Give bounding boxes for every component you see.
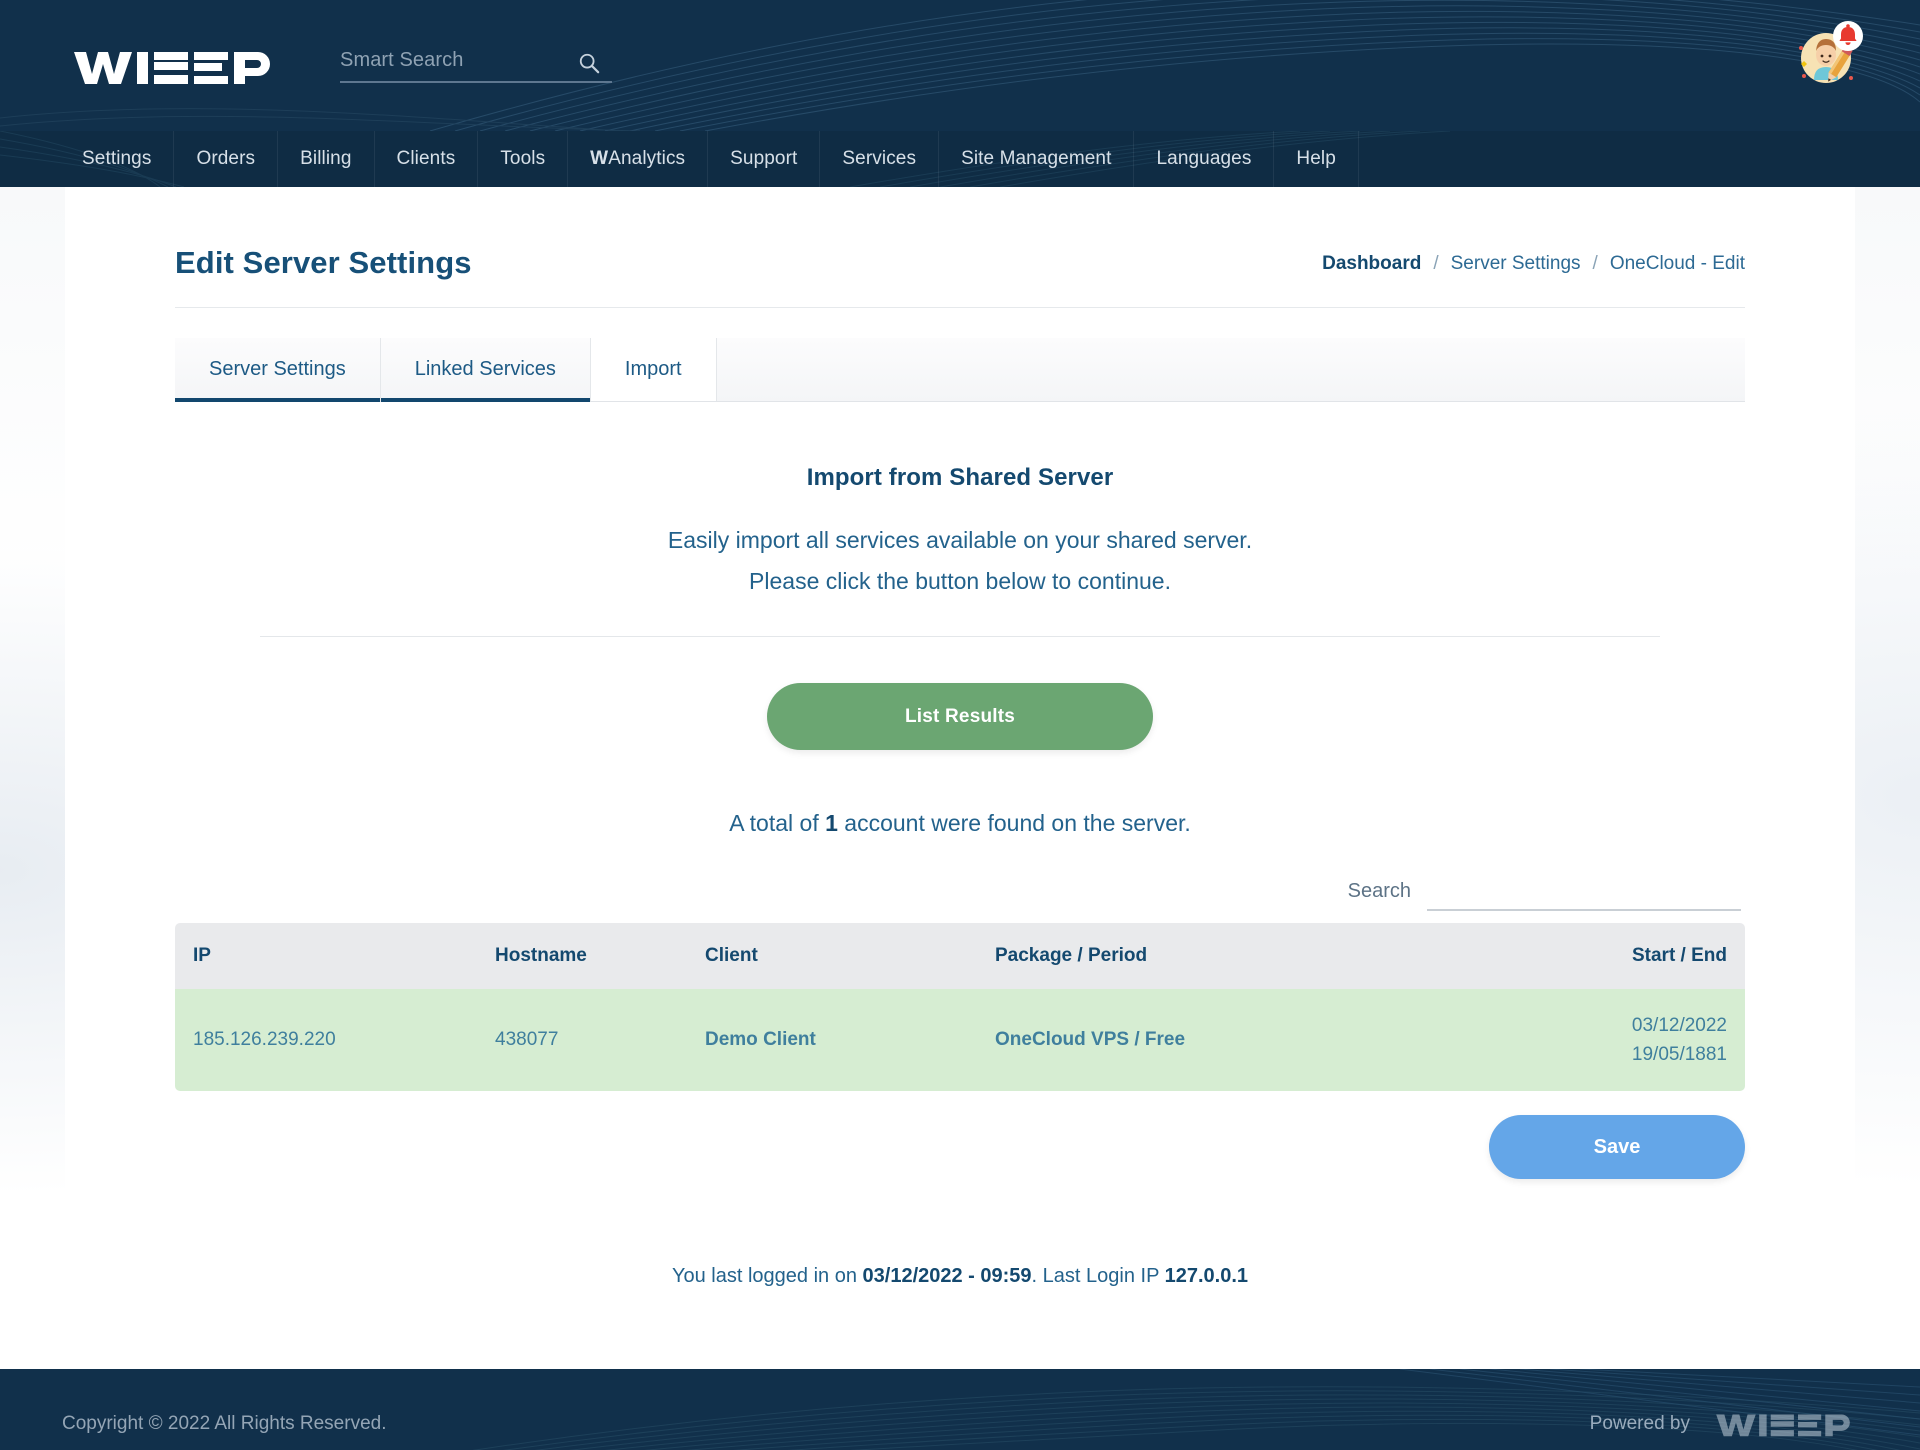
nav-item-services[interactable]: Services [820, 131, 940, 187]
last-login-ip: 127.0.0.1 [1164, 1265, 1249, 1287]
smart-search[interactable] [340, 48, 612, 83]
results-summary: A total of 1 account were found on the s… [175, 810, 1745, 837]
column-header-hostname[interactable]: Hostname [495, 923, 705, 989]
table-row[interactable]: 185.126.239.220 438077 Demo Client OneCl… [175, 989, 1745, 1091]
divider [260, 636, 1660, 637]
list-results-row: List Results [175, 683, 1745, 750]
column-header-ip[interactable]: IP [175, 923, 495, 989]
import-description: Easily import all services available on … [175, 520, 1745, 602]
cell-client: Demo Client [705, 989, 995, 1091]
nav-item-wanalytics[interactable]: W Analytics [568, 131, 709, 187]
cell-end-date: 19/05/1881 [1631, 1044, 1727, 1065]
footer-wisecp-logo [1716, 1414, 1850, 1437]
results-table-head: IP Hostname Client Package / Period Star… [175, 923, 1745, 989]
footer-powered-by: Powered by [1590, 1409, 1858, 1439]
import-description-line1: Easily import all services available on … [667, 527, 1253, 553]
avatar[interactable] [1796, 20, 1864, 88]
nav-item-tools[interactable]: Tools [478, 131, 569, 187]
page-title: Edit Server Settings [175, 245, 472, 280]
breadcrumb-current: OneCloud - Edit [1609, 253, 1745, 274]
nav-label: Site Management [961, 148, 1112, 169]
results-table: IP Hostname Client Package / Period Star… [175, 923, 1745, 1091]
last-login-info: You last logged in on 03/12/2022 - 09:59… [175, 1265, 1745, 1324]
nav-item-site-management[interactable]: Site Management [939, 131, 1135, 187]
nav-label-prefix: W [590, 148, 609, 169]
page-root: Settings Orders Billing Clients Tools WA… [0, 0, 1920, 1450]
nav-label: Orders [196, 148, 256, 169]
nav-item-billing[interactable]: Billing [278, 131, 375, 187]
breadcrumb-separator: / [1433, 253, 1439, 274]
nav-label: Analytics [608, 148, 686, 169]
nav-label: Languages [1156, 148, 1252, 169]
nav-label: Support [730, 148, 798, 169]
top-bar [0, 0, 1920, 131]
nav-label: Clients [396, 148, 456, 169]
cell-hostname: 438077 [495, 989, 705, 1091]
wisecp-logo[interactable] [72, 44, 272, 88]
nav-label: Settings [82, 148, 152, 169]
last-login-prefix: You last logged in on [671, 1265, 857, 1287]
nav-item-support[interactable]: Support [708, 131, 821, 187]
cell-package: OneCloud VPS / Free [995, 989, 1515, 1091]
tab-import[interactable]: Import [590, 338, 717, 401]
page-header: Edit Server Settings Dashboard / Server … [175, 187, 1745, 308]
table-search-input[interactable] [1427, 875, 1741, 911]
nav-item-clients[interactable]: Clients [375, 131, 479, 187]
results-summary-suffix: account were found on the server. [844, 810, 1191, 836]
content-card: Edit Server Settings Dashboard / Server … [65, 187, 1855, 1369]
table-search-label: Search [1347, 880, 1411, 902]
import-title: Import from Shared Server [806, 464, 1114, 491]
nav-label: Tools [500, 148, 546, 169]
cell-start-end: 03/12/2022 19/05/1881 [1515, 989, 1745, 1091]
save-button[interactable]: Save [1489, 1115, 1745, 1179]
breadcrumb-server-settings[interactable]: Server Settings [1451, 253, 1581, 275]
tab-linked-services[interactable]: Linked Services [380, 338, 591, 402]
nav-label: Help [1296, 148, 1336, 169]
results-table-body: 185.126.239.220 438077 Demo Client OneCl… [175, 989, 1745, 1091]
cell-start-date: 03/12/2022 [1631, 1015, 1727, 1036]
column-header-start-end[interactable]: Start / End [1515, 923, 1745, 989]
import-description-line2: Please click the button below to continu… [749, 568, 1171, 594]
breadcrumb-separator: / [1592, 253, 1598, 274]
footer-copyright: Copyright © 2022 All Rights Reserved. [62, 1413, 387, 1434]
search-input[interactable] [340, 48, 612, 72]
import-panel: Import from Shared Server Easily import … [175, 402, 1745, 837]
tab-label: Import [624, 358, 682, 380]
nav-item-orders[interactable]: Orders [174, 131, 279, 187]
tab-server-settings[interactable]: Server Settings [175, 338, 381, 402]
tab-label: Linked Services [414, 358, 556, 380]
tab-bar: Server Settings Linked Services Import [175, 338, 1745, 402]
list-results-button[interactable]: List Results [767, 683, 1153, 750]
footer-powered-label: Powered by [1589, 1413, 1690, 1434]
breadcrumb-dashboard[interactable]: Dashboard [1322, 253, 1421, 275]
main-navigation: Settings Orders Billing Clients Tools WA… [0, 131, 1920, 187]
cell-ip: 185.126.239.220 [175, 989, 495, 1091]
results-summary-prefix: A total of [729, 810, 819, 836]
column-header-client[interactable]: Client [705, 923, 995, 989]
nav-label: Services [842, 148, 917, 169]
tab-label: Server Settings [209, 358, 346, 380]
table-search-row: Search [175, 875, 1745, 911]
search-icon[interactable] [578, 52, 600, 74]
nav-label: Billing [300, 148, 352, 169]
page-footer: Copyright © 2022 All Rights Reserved. Po… [0, 1369, 1920, 1450]
table-header-row: IP Hostname Client Package / Period Star… [175, 923, 1745, 989]
nav-item-languages[interactable]: Languages [1134, 131, 1275, 187]
nav-item-settings[interactable]: Settings [60, 131, 175, 187]
nav-item-help[interactable]: Help [1274, 131, 1359, 187]
last-login-middle: . Last Login IP [1031, 1265, 1160, 1287]
tab-filler [717, 338, 1745, 401]
last-login-datetime: 03/12/2022 - 09:59 [862, 1265, 1032, 1287]
column-header-package-period[interactable]: Package / Period [995, 923, 1515, 989]
results-count: 1 [825, 810, 838, 836]
breadcrumb: Dashboard / Server Settings / OneCloud -… [1322, 253, 1745, 281]
save-row: Save [175, 1115, 1745, 1179]
